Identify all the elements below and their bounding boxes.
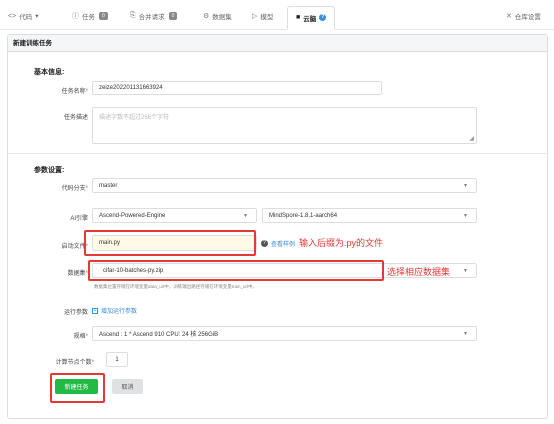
- chevron-down-icon: ▼: [463, 267, 468, 274]
- task-name-value: zeize202201131663924: [99, 85, 163, 91]
- nav-tab-code-label: 代码: [19, 14, 33, 21]
- task-name-label: 任务名称*: [36, 86, 88, 95]
- nav-tab-models[interactable]: ▷ 模型: [252, 8, 273, 24]
- branch-value: master: [99, 182, 118, 189]
- tools-icon: ✕: [506, 13, 512, 20]
- required-mark: *: [91, 360, 94, 366]
- engine-label: AI引擎: [70, 216, 88, 222]
- run-params-label: 运行参数: [63, 310, 88, 316]
- dataset-label: 数据集*: [36, 268, 88, 277]
- boot-file-label-text: 启动文件: [61, 244, 86, 250]
- chevron-down-icon: ▼: [243, 212, 248, 219]
- nav-tab-datasets[interactable]: ⚙ 数据集: [203, 8, 232, 24]
- nav-tab-pull-requests[interactable]: ⎘ 合并请求 0: [130, 8, 178, 24]
- nodes-value: 1: [115, 356, 119, 363]
- chevron-down-icon: ▼: [463, 182, 468, 189]
- nav-tab-issues[interactable]: ⓘ 任务 0: [72, 8, 108, 24]
- new-training-task-card: 新建训练任务 基本信息: 任务名称* zeize202201131663924 …: [7, 34, 548, 419]
- task-desc-placeholder: 描述字数不超过256个字符: [99, 115, 170, 121]
- branch-label: 代码分支*: [36, 183, 88, 192]
- nav-tab-code[interactable]: <> 代码 ▾: [8, 8, 38, 24]
- issue-icon: ⓘ: [72, 13, 79, 20]
- nodes-label-text: 计算节点个数: [55, 360, 92, 366]
- boot-file-label: 启动文件*: [36, 241, 88, 250]
- help-icon[interactable]: ?: [319, 14, 327, 21]
- repo-nav-bar: <> 代码 ▾ ⓘ 任务 0 ⎘ 合并请求 0 ⚙ 数据集 ▷ 模型 ■ 云脑 …: [0, 0, 554, 30]
- boot-file-example-link[interactable]: ? 查看样例: [261, 239, 295, 248]
- required-mark: *: [85, 89, 88, 95]
- nav-tab-issues-label: 任务: [82, 14, 95, 21]
- task-desc-textarea[interactable]: 描述字数不超过256个字符 ◢: [92, 107, 477, 144]
- spec-value: Ascend : 1 * Ascend 910 CPU: 24 核 256GiB: [99, 332, 219, 338]
- dataset-annotation: 选择相应数据集: [387, 267, 451, 277]
- issues-count-badge: 0: [99, 12, 108, 20]
- task-name-input[interactable]: zeize202201131663924: [92, 81, 382, 95]
- nav-tab-cloudbrain[interactable]: ■ 云脑 ?: [287, 6, 336, 30]
- nav-tab-cloudbrain-label: 云脑: [303, 15, 317, 23]
- spec-select[interactable]: Ascend : 1 * Ascend 910 CPU: 24 核 256GiB…: [92, 326, 477, 341]
- question-icon: ?: [261, 240, 268, 247]
- repo-settings-link[interactable]: ✕ 仓库设置: [506, 8, 541, 24]
- cloudbrain-icon: ■: [296, 14, 301, 21]
- engine-select[interactable]: Ascend-Powered-Engine ▼: [92, 208, 257, 223]
- params-title: 参数设置:: [34, 167, 65, 174]
- boot-file-annotation: 输入后缀为.py的文件: [299, 238, 384, 248]
- boot-file-highlight-box: [84, 230, 256, 256]
- plus-icon: +: [92, 307, 98, 314]
- nav-tab-models-label: 模型: [260, 14, 274, 21]
- dataset-hint: 数据集位置存储在环境变量data_url中，训练输出路径存储在环境变量train…: [94, 284, 258, 289]
- branch-select[interactable]: master ▼: [92, 178, 477, 193]
- task-desc-label: 任务描述: [63, 115, 88, 121]
- boot-file-example-label: 查看样例: [271, 242, 296, 248]
- pull-requests-count-badge: 0: [168, 12, 178, 20]
- chevron-down-icon: ▼: [463, 212, 468, 219]
- repo-settings-label: 仓库设置: [514, 14, 541, 21]
- resize-handle-icon[interactable]: ◢: [469, 135, 474, 142]
- engine-value: Ascend-Powered-Engine: [99, 212, 166, 219]
- dataset-label-text: 数据集: [67, 271, 86, 277]
- dataset-icon: ⚙: [203, 13, 210, 20]
- branch-label-text: 代码分支: [61, 186, 86, 192]
- chevron-down-icon: ▾: [35, 13, 39, 20]
- required-mark: *: [85, 334, 88, 340]
- nodes-input[interactable]: 1: [106, 352, 128, 367]
- dataset-highlight-box: [88, 260, 384, 281]
- required-mark: *: [85, 186, 88, 192]
- task-name-label-text: 任务名称: [61, 89, 86, 95]
- add-run-params-button[interactable]: + 增加运行参数: [92, 306, 137, 315]
- cancel-button[interactable]: 取消: [112, 379, 143, 394]
- engine-version-select[interactable]: MindSpore-1.8.1-aarch64 ▼: [262, 208, 477, 223]
- nav-tab-pull-requests-label: 合并请求: [138, 14, 165, 21]
- page-title: 新建训练任务: [8, 35, 547, 52]
- nav-tab-datasets-label: 数据集: [212, 14, 232, 21]
- model-icon: ▷: [252, 13, 258, 20]
- pull-request-icon: ⎘: [130, 12, 136, 19]
- code-icon: <>: [8, 12, 17, 20]
- section-divider: [8, 153, 547, 154]
- chevron-down-icon: ▼: [463, 330, 468, 337]
- spec-label: 规格*: [36, 331, 88, 340]
- add-run-params-label: 增加运行参数: [101, 309, 138, 315]
- engine-version-value: MindSpore-1.8.1-aarch64: [269, 212, 338, 219]
- basic-info-title: 基本信息:: [34, 69, 65, 76]
- nodes-label: 计算节点个数*: [42, 357, 94, 366]
- create-task-button[interactable]: 新建任务: [55, 379, 98, 394]
- spec-label-text: 规格: [73, 334, 86, 340]
